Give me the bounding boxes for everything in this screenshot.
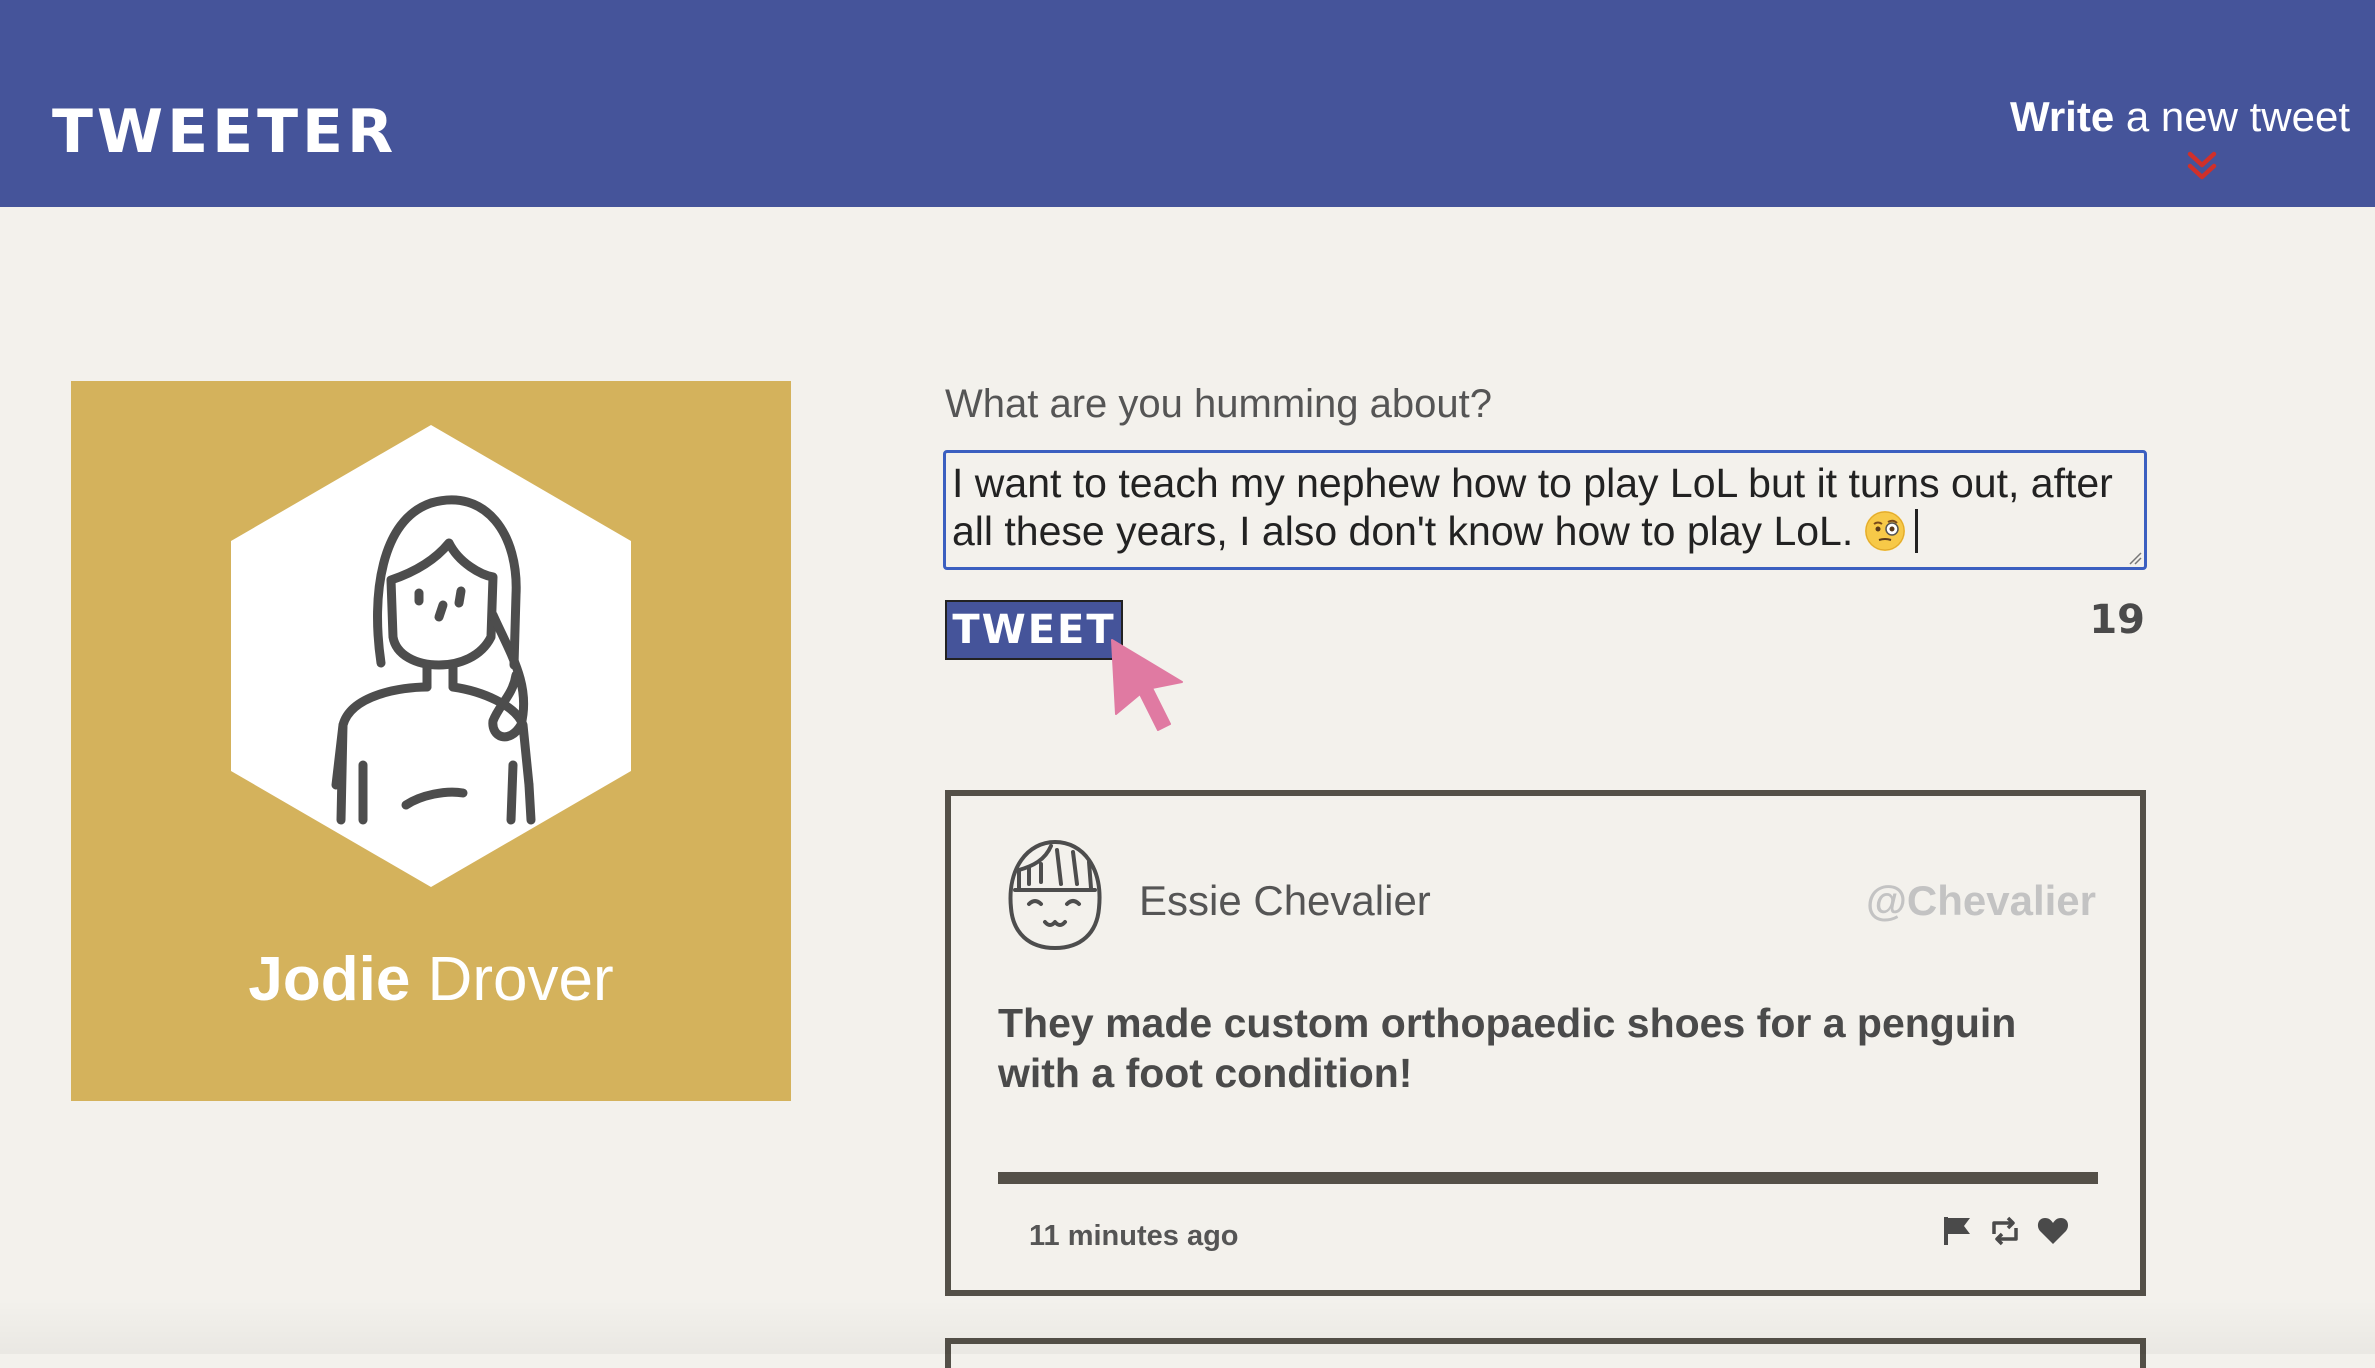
chevrons-down-icon[interactable] — [2182, 150, 2222, 184]
tweet-author-handle: @Chevalier — [1865, 877, 2096, 924]
monocle-face-emoji — [1864, 511, 1905, 551]
tweet-textarea-text: I want to teach my nephew how to play Lo… — [952, 460, 2113, 554]
top-nav-bar: TWEETER Write a new tweet — [0, 0, 2375, 207]
user-avatar-icon — [231, 425, 631, 887]
tweet-actions — [1940, 1214, 2070, 1248]
profile-name: Jodie Drover — [71, 949, 791, 1011]
tweet-textarea[interactable]: I want to teach my nephew how to play Lo… — [943, 450, 2147, 570]
resize-handle-icon[interactable] — [2126, 549, 2142, 565]
tweet-button[interactable]: TWEET — [945, 600, 1123, 660]
write-label-bold: Write — [2009, 93, 2115, 140]
profile-last-name: Drover — [410, 945, 614, 1014]
char-counter: 19 — [2089, 597, 2145, 643]
flag-icon[interactable] — [1940, 1214, 1974, 1248]
bottom-shade — [0, 1300, 2375, 1354]
profile-card: Jodie Drover — [71, 381, 791, 1101]
tweet-author-name: Essie Chevalier — [1139, 877, 1431, 924]
retweet-icon[interactable] — [1988, 1214, 2022, 1248]
app-logo[interactable]: TWEETER — [52, 102, 397, 162]
pointer-cursor-icon — [1111, 639, 1183, 731]
compose-label: What are you humming about? — [945, 382, 1492, 426]
write-new-tweet-link[interactable]: Write a new tweet — [2010, 96, 2350, 138]
text-caret — [1914, 509, 1918, 553]
tweet-card: Essie Chevalier @Chevalier They made cus… — [945, 790, 2146, 1296]
tweet-content: They made custom orthopaedic shoes for a… — [998, 1000, 2017, 1096]
heart-icon[interactable] — [2036, 1214, 2070, 1248]
tweet-divider — [998, 1172, 2098, 1184]
tweet-timestamp: 11 minutes ago — [1029, 1220, 1239, 1252]
profile-first-name: Jodie — [248, 945, 411, 1014]
write-label-rest: a new tweet — [2114, 93, 2350, 140]
tweet-author-avatar-icon — [1008, 840, 1102, 950]
